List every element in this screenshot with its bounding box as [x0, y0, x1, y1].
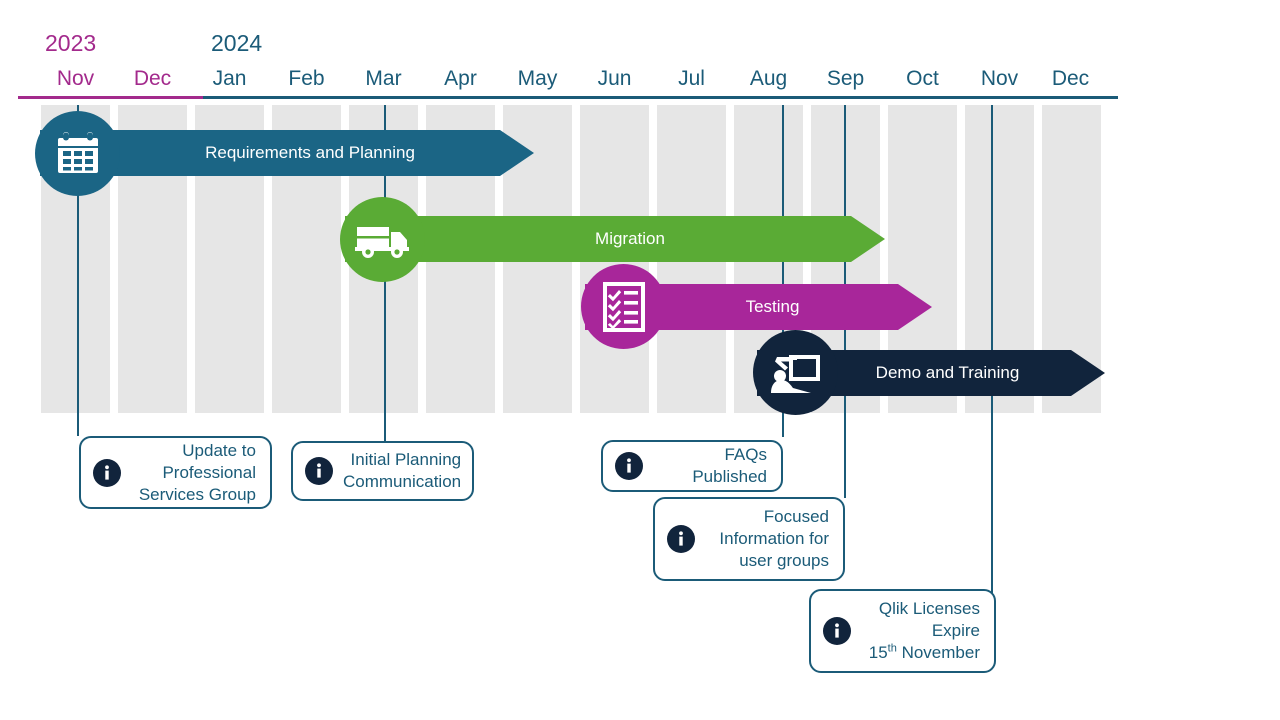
axis-rule-2023 [18, 96, 203, 99]
callout-text: Focused Information for user groups [695, 506, 843, 572]
month-label-dec-2024: Dec [1051, 67, 1090, 90]
phase-label-requirements-and-planning: Requirements and Planning [205, 143, 415, 162]
calendar-icon-glyph [57, 131, 98, 173]
month-label-nov-2023: Nov [56, 67, 95, 90]
callout-line: user groups [739, 551, 829, 570]
month-label-may: May [517, 67, 558, 90]
callout-text: Initial Planning Communication [333, 449, 475, 493]
month-label-mar: Mar [365, 67, 402, 90]
phase-label-demo-and-training: Demo and Training [875, 363, 1020, 382]
checklist-icon-glyph [602, 281, 645, 332]
date-day: 15 [868, 643, 888, 662]
callout-text: FAQs Published [643, 444, 781, 488]
month-label-oct: Oct [906, 67, 939, 90]
date-ordinal: th [887, 642, 897, 655]
callout-text: Qlik Licenses Expire 15th November [851, 598, 994, 664]
info-icon-glyph [679, 531, 683, 546]
year-label-2024: 2024 [211, 30, 263, 56]
callout-line: Focused [763, 507, 829, 526]
info-icon [667, 525, 695, 553]
info-icon-glyph [627, 458, 631, 473]
connector-line-qlik-licenses [991, 105, 993, 593]
info-icon-glyph [105, 464, 109, 480]
callout-update-to-professional-services-group[interactable]: Update to Professional Services Group [79, 436, 272, 509]
info-icon [305, 457, 333, 485]
callout-line: Initial Planning [350, 450, 462, 469]
callout-line-date: 15th November [861, 642, 980, 664]
phase-label-testing: Testing [745, 297, 800, 316]
date-month: November [901, 643, 980, 662]
phase-label-migration: Migration [595, 229, 665, 248]
callout-qlik-licenses-expire[interactable]: Qlik Licenses Expire 15th November [809, 589, 996, 673]
callout-line: Qlik Licenses [878, 599, 980, 618]
month-label-jun: Jun [597, 67, 632, 90]
month-label-nov-2024: Nov [980, 67, 1019, 90]
info-icon-glyph [835, 623, 839, 638]
info-icon [93, 458, 121, 487]
month-label-aug: Aug [749, 67, 788, 90]
month-label-apr: Apr [444, 67, 477, 90]
timeline-chart: 2023 2024 Nov Dec Jan Feb Mar Apr May Ju… [0, 0, 1280, 720]
callout-line: Information for [719, 529, 829, 548]
callout-line: Communication [343, 472, 462, 491]
checklist-icon [581, 264, 666, 349]
callout-initial-planning-communication[interactable]: Initial Planning Communication [291, 441, 474, 501]
presentation-icon-glyph [770, 354, 820, 393]
callout-line: Services Group [138, 484, 256, 504]
presentation-icon [753, 330, 838, 415]
info-icon [615, 452, 643, 480]
callout-line: FAQs Published [692, 445, 767, 486]
callout-line: Expire [931, 621, 980, 640]
info-icon [823, 617, 851, 645]
month-label-jul: Jul [678, 67, 705, 90]
axis-rule-2024 [203, 96, 1118, 99]
callout-faqs-published[interactable]: FAQs Published [601, 440, 783, 492]
calendar-icon [35, 111, 120, 196]
callout-text: Update to Professional Services Group [121, 440, 270, 506]
callout-focused-information-for-user-groups[interactable]: Focused Information for user groups [653, 497, 845, 581]
truck-icon-glyph [354, 226, 409, 258]
info-icon-glyph [317, 463, 321, 478]
month-label-feb: Feb [288, 67, 325, 90]
month-label-dec-2023: Dec [133, 67, 172, 90]
month-label-sep: Sep [826, 67, 865, 90]
year-label-2023: 2023 [45, 30, 97, 56]
truck-icon [340, 197, 425, 282]
callout-line: Update to [182, 440, 256, 460]
callout-line: Professional [162, 462, 256, 482]
month-label-jan: Jan [212, 67, 247, 90]
